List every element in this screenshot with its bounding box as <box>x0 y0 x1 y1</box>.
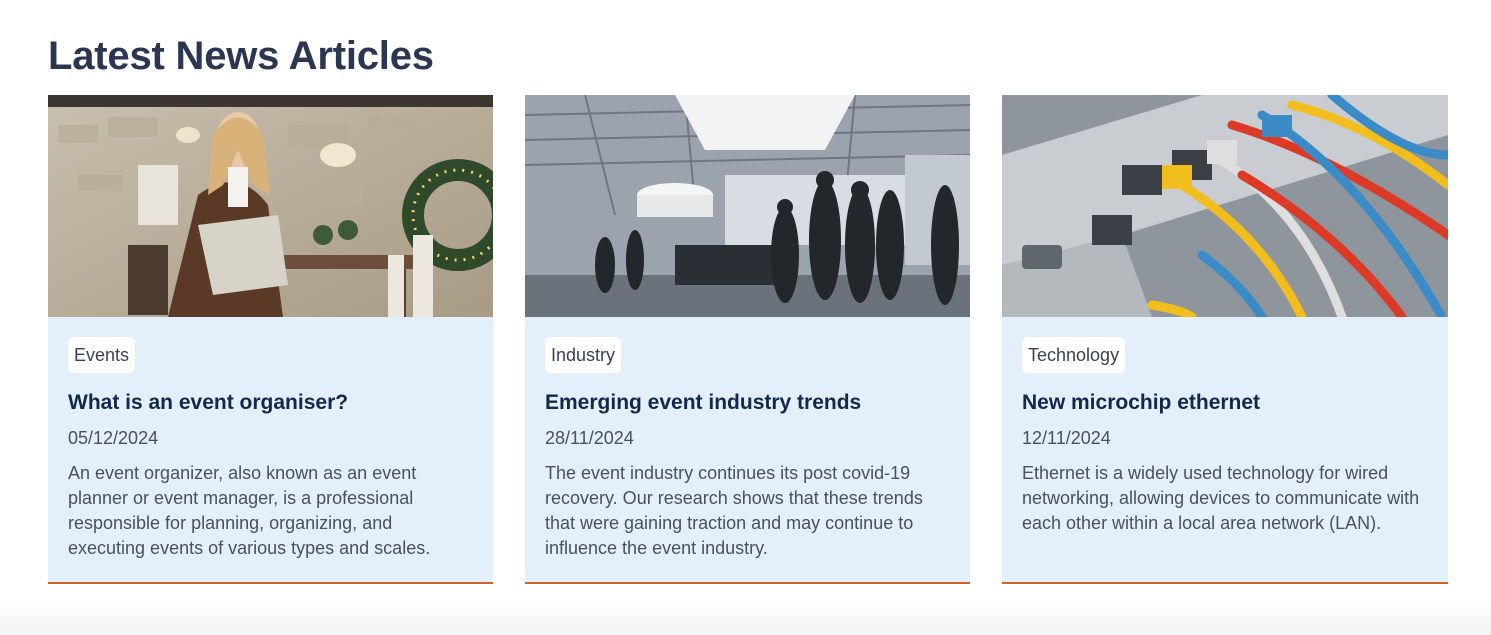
section-divider <box>0 600 1491 635</box>
news-card[interactable]: Technology New microchip ethernet 12/11/… <box>1002 95 1448 584</box>
news-card[interactable]: Events What is an event organiser? 05/12… <box>48 95 493 584</box>
card-date: 05/12/2024 <box>68 428 159 448</box>
section-title: Latest News Articles <box>48 34 434 78</box>
category-tag[interactable]: Industry <box>545 337 622 373</box>
card-title[interactable]: New microchip ethernet <box>1022 389 1428 417</box>
news-cards-list: Events What is an event organiser? 05/12… <box>48 95 1448 584</box>
card-title[interactable]: What is an event organiser? <box>68 389 473 417</box>
card-title[interactable]: Emerging event industry trends <box>545 389 950 417</box>
card-excerpt: An event organizer, also known as an eve… <box>68 463 431 558</box>
category-tag[interactable]: Technology <box>1022 337 1126 373</box>
news-card[interactable]: Industry Emerging event industry trends … <box>525 95 970 584</box>
card-image[interactable] <box>1002 95 1448 317</box>
card-date: 12/11/2024 <box>1022 428 1111 448</box>
card-excerpt: Ethernet is a widely used technology for… <box>1022 463 1420 533</box>
card-date: 28/11/2024 <box>545 428 634 448</box>
card-image[interactable] <box>525 95 970 317</box>
card-excerpt: The event industry continues its post co… <box>545 463 923 558</box>
category-tag[interactable]: Events <box>68 337 136 373</box>
card-image[interactable] <box>48 95 493 317</box>
